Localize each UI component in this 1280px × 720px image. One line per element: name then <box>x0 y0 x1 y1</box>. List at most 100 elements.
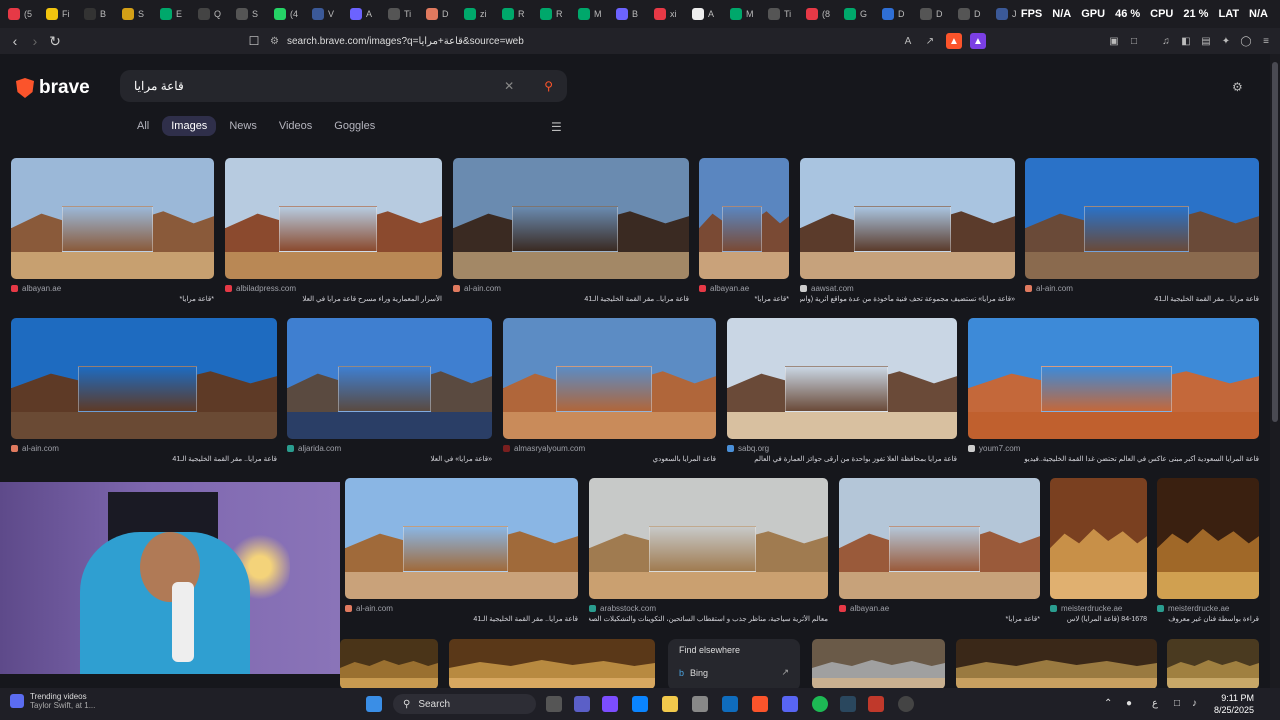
reload-button[interactable]: ↻ <box>45 31 65 51</box>
browser-tab[interactable]: B <box>608 0 646 28</box>
result-title[interactable]: قاعة مرايا.. مقر القمة الخليجية الـ41 <box>11 455 277 463</box>
result-thumbnail[interactable] <box>727 318 957 439</box>
url-field[interactable]: ⚙ search.brave.com/images?q=قاعة+مرايا&s… <box>270 32 970 50</box>
image-result[interactable]: albayan.ae *قاعة مرايا* <box>839 478 1040 623</box>
result-source[interactable]: meisterdrucke.ae <box>1050 604 1147 613</box>
result-source[interactable]: albayan.ae <box>11 284 214 293</box>
mic-tray-icon[interactable]: ● <box>1126 698 1132 709</box>
result-thumbnail[interactable] <box>956 639 1157 688</box>
browser-tab[interactable]: R <box>494 0 532 28</box>
tab-goggles[interactable]: Goggles <box>325 116 384 136</box>
browser-tab[interactable]: zi <box>456 0 494 28</box>
result-title[interactable]: قاعة مرايا.. مقر القمة الخليجية الـ41 <box>345 615 578 623</box>
result-thumbnail[interactable] <box>11 158 214 279</box>
tray-chevron-icon[interactable]: ⌃ <box>1104 698 1112 709</box>
browser-tab[interactable]: G <box>836 0 874 28</box>
network-icon[interactable]: □ <box>1174 698 1180 709</box>
search-box[interactable]: قاعة مرايا ✕ ⚲ <box>120 70 567 102</box>
forward-button[interactable]: › <box>25 31 45 51</box>
wallet-icon[interactable]: ▤ <box>1198 33 1214 49</box>
browser-tab[interactable]: R <box>532 0 570 28</box>
result-thumbnail[interactable] <box>699 158 789 279</box>
spotify-icon[interactable] <box>812 696 828 712</box>
result-thumbnail[interactable] <box>449 639 655 688</box>
file-explorer-icon[interactable] <box>662 696 678 712</box>
vpn-icon[interactable]: ◯ <box>1238 33 1254 49</box>
result-thumbnail[interactable] <box>503 318 716 439</box>
search-icon[interactable]: ⚲ <box>544 79 553 93</box>
result-title[interactable]: «قاعة مرايا» تستضيف مجموعة تحف فنية مأخو… <box>800 295 1015 303</box>
browser-tab[interactable]: D <box>950 0 988 28</box>
browser-tab[interactable]: A <box>684 0 722 28</box>
outlook-icon[interactable] <box>722 696 738 712</box>
result-thumbnail[interactable] <box>287 318 492 439</box>
result-source[interactable]: aljarida.com <box>287 444 492 453</box>
discord-icon[interactable] <box>782 696 798 712</box>
result-title[interactable]: قاعة مرايا.. مقر القمة الخليجية الـ41 <box>1025 295 1259 303</box>
start-icon[interactable] <box>366 696 382 712</box>
brave-shields-icon[interactable]: ▲ <box>946 33 962 49</box>
extensions-icon[interactable]: ▣ <box>1106 33 1122 49</box>
browser-tab[interactable]: xi <box>646 0 684 28</box>
trending-widget[interactable]: Trending videos Taylor Swift, at 1... <box>10 692 95 710</box>
image-result[interactable]: meisterdrucke.ae قراءة بواسطة فنان غير مع… <box>1157 478 1259 623</box>
tab-images[interactable]: Images <box>162 116 217 136</box>
result-thumbnail[interactable] <box>1025 158 1259 279</box>
volume-icon[interactable]: ♪ <box>1192 698 1197 709</box>
taskbar-search[interactable]: ⚲ Search <box>393 694 536 714</box>
brave-taskbar-icon[interactable] <box>752 696 768 712</box>
tab-news[interactable]: News <box>220 116 266 136</box>
filter-icon[interactable]: ☰ <box>551 120 562 134</box>
settings-gear-icon[interactable]: ⚙ <box>1232 80 1243 94</box>
image-result[interactable] <box>1167 639 1259 688</box>
image-result[interactable]: sabq.org قاعة مرايا بمحافظة العلا تفوز بو… <box>727 318 957 463</box>
image-result[interactable] <box>956 639 1157 688</box>
result-title[interactable]: قاعة مرايا بمحافظة العلا تفوز بواحدة من … <box>727 455 957 463</box>
copilot-icon[interactable] <box>602 696 618 712</box>
scrollbar-thumb[interactable] <box>1272 62 1278 422</box>
browser-tab[interactable]: D <box>874 0 912 28</box>
result-thumbnail[interactable] <box>800 158 1015 279</box>
result-thumbnail[interactable] <box>812 639 945 688</box>
result-thumbnail[interactable] <box>11 318 277 439</box>
image-result[interactable]: albayan.ae *قاعة مرايا* <box>699 158 789 303</box>
browser-tab[interactable]: M <box>570 0 608 28</box>
image-result[interactable]: youm7.com قاعة المرايا السعودية أكبر مبنى… <box>968 318 1259 463</box>
image-result[interactable] <box>340 639 438 688</box>
back-button[interactable]: ‹ <box>5 31 25 51</box>
result-source[interactable]: al-ain.com <box>1025 284 1259 293</box>
image-result[interactable]: albayan.ae *قاعة مرايا* <box>11 158 214 303</box>
image-result[interactable]: meisterdrucke.ae 84-1678 (قاعة المرايا) ل… <box>1050 478 1147 623</box>
screenshot-icon[interactable]: □ <box>1126 33 1142 49</box>
image-result[interactable]: almasryalyoum.com قاعة المرايا بالسعودي <box>503 318 716 463</box>
result-thumbnail[interactable] <box>839 478 1040 599</box>
teams-icon[interactable] <box>574 696 590 712</box>
result-source[interactable]: aawsat.com <box>800 284 1015 293</box>
bookmark-icon[interactable]: ☐ <box>244 31 264 51</box>
steam-icon[interactable] <box>840 696 856 712</box>
browser-tab[interactable]: E <box>152 0 190 28</box>
result-source[interactable]: youm7.com <box>968 444 1259 453</box>
obs-icon[interactable] <box>898 696 914 712</box>
result-source[interactable]: albiladpress.com <box>225 284 442 293</box>
page-scrollbar[interactable] <box>1270 54 1280 688</box>
image-result[interactable]: aawsat.com «قاعة مرايا» تستضيف مجموعة تحف… <box>800 158 1015 303</box>
result-title[interactable]: قاعة المرايا السعودية أكبر مبنى عاكس في … <box>968 455 1259 463</box>
image-result[interactable]: al-ain.com قاعة مرايا.. مقر القمة الخليجي… <box>11 318 277 463</box>
result-thumbnail[interactable] <box>968 318 1259 439</box>
result-source[interactable]: al-ain.com <box>345 604 578 613</box>
browser-tab[interactable]: (8 <box>798 0 836 28</box>
result-title[interactable]: الأسرار المعمارية وراء مسرح قاعة مرايا ف… <box>225 295 442 303</box>
browser-tab[interactable]: V <box>304 0 342 28</box>
image-result[interactable]: al-ain.com قاعة مرايا.. مقر القمة الخليجي… <box>1025 158 1259 303</box>
bing-link[interactable]: b Bing ↗ <box>679 667 789 678</box>
result-thumbnail[interactable] <box>1157 478 1259 599</box>
result-title[interactable]: معالم الأثرية سياحية، مناظر جذب و استقطا… <box>589 615 828 623</box>
translate-icon[interactable]: A <box>900 33 916 49</box>
sidebar-icon[interactable]: ◧ <box>1178 33 1194 49</box>
image-result[interactable]: aljarida.com «قاعة مرايا» في العلا <box>287 318 492 463</box>
language-indicator[interactable]: ع <box>1152 698 1158 709</box>
result-thumbnail[interactable] <box>340 639 438 688</box>
image-result[interactable]: al-ain.com قاعة مرايا.. مقر القمة الخليجي… <box>345 478 578 623</box>
result-source[interactable]: almasryalyoum.com <box>503 444 716 453</box>
